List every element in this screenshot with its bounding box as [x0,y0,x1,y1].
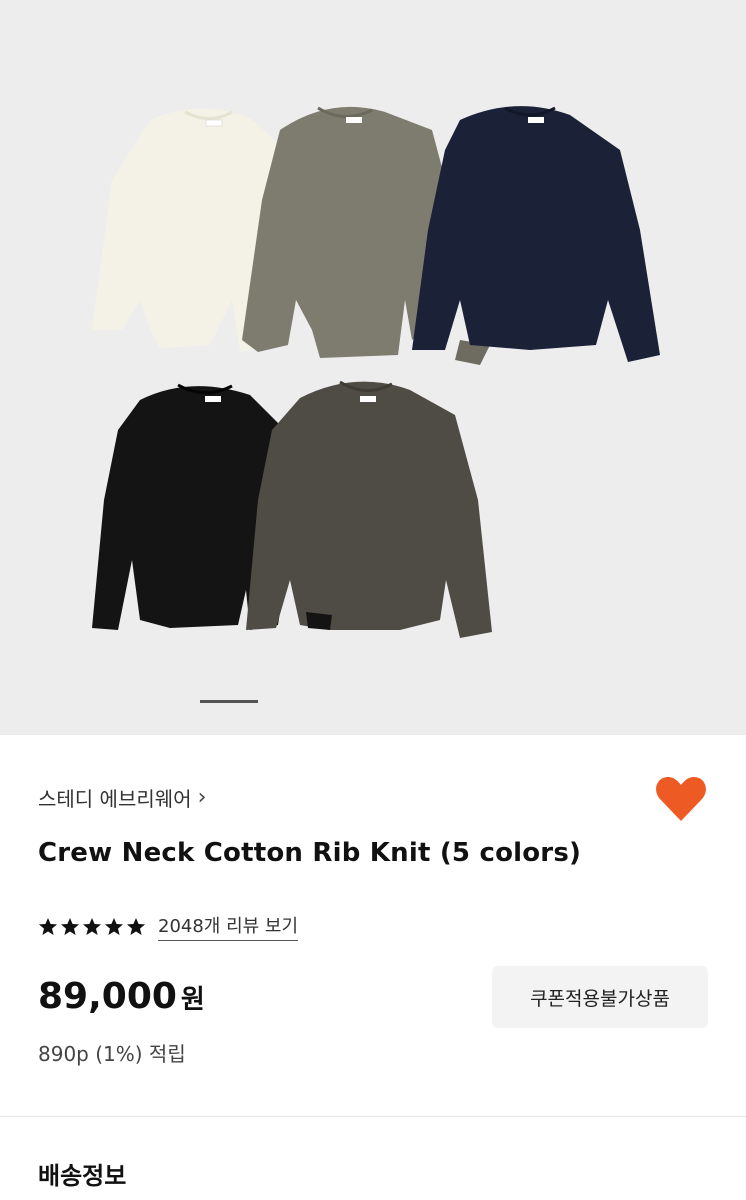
price: 89,000 원 [38,976,205,1017]
reward-points: 890p (1%) 적립 [38,1042,186,1066]
brand-name: 스테디 에브리웨어 [38,787,192,811]
star-icon [39,917,57,935]
sweater-charcoal [246,380,492,638]
rating-row: 2048개 리뷰 보기 [38,912,299,941]
product-image-gallery[interactable] [0,0,746,735]
chevron-right-icon: › [197,785,207,810]
star-icon [127,917,145,935]
wishlist-heart-icon[interactable] [655,775,707,823]
product-image [92,106,660,638]
price-number: 89,000 [38,976,177,1017]
review-link[interactable]: 2048개 리뷰 보기 [158,912,299,941]
price-unit: 원 [180,985,205,1015]
coupon-unavailable-badge: 쿠폰적용불가상품 [492,966,708,1028]
product-title: Crew Neck Cotton Rib Knit (5 colors) [38,838,582,868]
brand-link[interactable]: 스테디 에브리웨어 › [38,783,206,812]
rating-stars [38,917,146,937]
shipping-section-title: 배송정보 [38,1162,127,1190]
carousel-indicator-active [200,700,258,703]
sweater-navy [412,106,660,362]
star-icon [83,917,101,935]
section-divider [0,1116,746,1117]
star-icon [105,917,123,935]
star-icon [61,917,79,935]
